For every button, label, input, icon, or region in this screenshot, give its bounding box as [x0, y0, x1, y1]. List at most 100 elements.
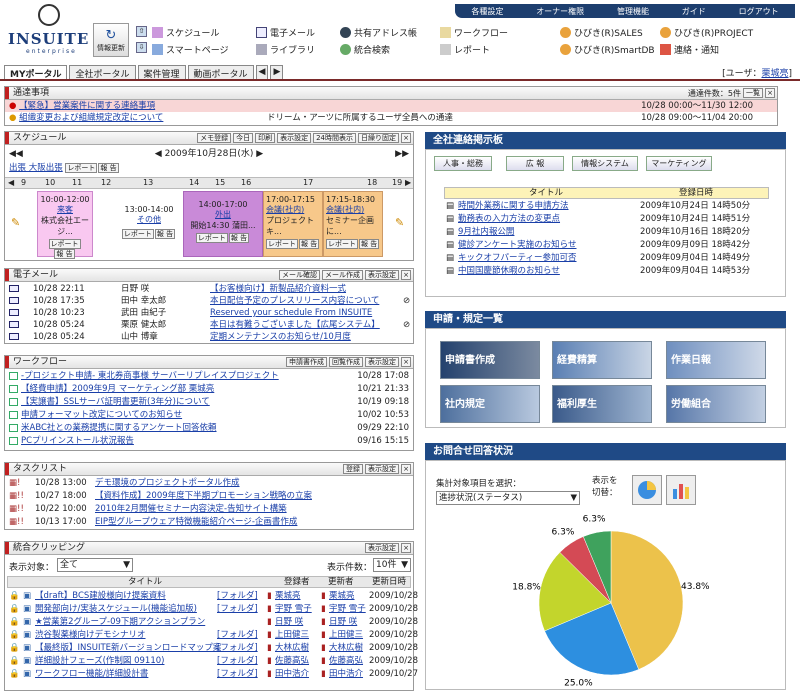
task-row[interactable]: ▦!! 10/13 17:00 EIP型グループウェア特徴機能紹介ページ-企画書作成 [5, 516, 413, 528]
workflow-settings-button[interactable]: 表示設定 [365, 357, 399, 367]
tab-video-portal[interactable]: 動画ポータル [187, 65, 254, 80]
workflow-row[interactable]: 米ABC社との業務提携に関するアンケート回答依頼 09/29 22:10 [5, 422, 413, 434]
edit-icon[interactable]: ✎ [11, 216, 20, 229]
tab-prev-icon[interactable]: ◀ [255, 65, 269, 79]
app-report[interactable]: レポート [440, 43, 490, 56]
close-icon[interactable]: × [401, 270, 411, 280]
board-row[interactable]: ▤ キックオフパーティー参加可否 2009年09月04日 14時49分 [444, 252, 769, 264]
app-toggle-down-icon[interactable]: ⇩ [136, 42, 147, 53]
day-fix-button[interactable]: 日繰り固定 [358, 133, 399, 143]
clip-row[interactable]: 🔒 ▣ 【最終版】INSUITE新バージョンロードマップ案 [フォルダ] ▮ 大林広樹 ▮ 大… [5, 642, 418, 654]
compose-mail-button[interactable]: メール作成 [322, 270, 363, 280]
event-block[interactable]: 13:00-14:00 その他 レポート報 告 [121, 191, 177, 257]
close-icon[interactable]: × [765, 88, 775, 98]
app-toggle-up-icon[interactable]: ⇧ [136, 26, 147, 37]
link-logout[interactable]: ログアウト [739, 6, 779, 17]
close-icon[interactable]: × [401, 357, 411, 367]
workflow-row[interactable]: 申請フォーマット改定についてのお知らせ 10/02 10:53 [5, 409, 413, 421]
tab-my-portal[interactable]: MYポータル [4, 65, 68, 80]
notice-link[interactable]: 【緊急】営業案件に関する連絡事項 [19, 101, 155, 111]
next-week-icon[interactable]: ▶▶ [395, 148, 409, 160]
mail-settings-button[interactable]: 表示設定 [365, 270, 399, 280]
refresh-button[interactable]: ↻ 情報更新 [93, 23, 129, 57]
bar-chart-icon[interactable] [666, 475, 696, 505]
tile-union[interactable]: 労働組合 [666, 385, 766, 423]
create-circulation-button[interactable]: 回覧作成 [329, 357, 363, 367]
app-notify[interactable]: 連絡・通知 [660, 43, 719, 56]
link-admin[interactable]: 管理機能 [617, 6, 649, 17]
mail-row[interactable]: 10/28 17:35 田中 幸太郎 本日配信予定のプレスリリース内容について ⊘ [5, 295, 413, 307]
app-mail[interactable]: 電子メール [256, 26, 315, 39]
tile-expense[interactable]: 経費精算 [552, 341, 652, 379]
link-settings[interactable]: 各種設定 [471, 6, 503, 17]
add-task-button[interactable]: 登録 [343, 464, 363, 474]
create-application-button[interactable]: 申請書作成 [286, 357, 327, 367]
clip-row[interactable]: 🔒 ▣ 開発部向け/実装スケジュール(機能追加版) [フォルダ] ▮ 宇野 雪子 ▮ 宇野 雪… [5, 603, 418, 615]
app-smartpage[interactable]: スマートページ [152, 43, 229, 56]
app-address-book[interactable]: 共有アドレス帳 [340, 26, 417, 39]
close-icon[interactable]: × [401, 133, 411, 143]
app-library[interactable]: ライブラリ [256, 43, 315, 56]
mail-row[interactable]: 10/28 10:23 武田 由紀子 Reserved your schedule … [5, 307, 413, 319]
app-search[interactable]: 統合検索 [340, 43, 390, 56]
event-block[interactable]: 17:15-18:30 会議(社内) セミナー企画に... レポート報 告 [323, 191, 383, 257]
tab-next-icon[interactable]: ▶ [270, 65, 284, 79]
task-settings-button[interactable]: 表示設定 [365, 464, 399, 474]
user-name-link[interactable]: 栗城亮 [761, 69, 788, 79]
tab-project-mgmt[interactable]: 案件管理 [137, 65, 186, 80]
insuite-logo[interactable]: INSUITE enterprise [8, 4, 88, 58]
mail-row[interactable]: 10/28 05:24 栗原 健太郎 本日は有難うございました【広尾システム】 ⊘ [5, 319, 413, 331]
workflow-row[interactable]: -プロジェクト申請- 東北券商事様 サーバーリプレイスプロジェクト 10/28 1… [5, 370, 413, 382]
clip-row[interactable]: 🔒 ▣ 【draft】BCS建設様向け提案資料 [フォルダ] ▮ 栗城亮 ▮ 栗城亮 2009/… [5, 590, 418, 602]
task-row[interactable]: ▦! 10/28 13:00 デモ環境のプロジェクトポータル作成 [5, 477, 413, 489]
clip-row[interactable]: 🔒 ▣ ★営業第2グループ-09下期アクションプラン ▮ 日野 咲 ▮ 日野 咲 2009/1… [5, 616, 418, 628]
print-button[interactable]: 印刷 [255, 133, 276, 143]
category-hr-button[interactable]: 人事・総務 [434, 156, 492, 171]
prev-day-icon[interactable]: ◀ [155, 149, 165, 159]
link-guide[interactable]: ガイド [682, 6, 706, 17]
task-row[interactable]: ▦!! 10/22 10:00 2010年2月開催セミナー内容決定-告知サイト構築 [5, 503, 413, 515]
memo-button[interactable]: メモ登録 [197, 133, 232, 143]
app-project[interactable]: ひびき(R)PROJECT [660, 26, 753, 39]
pie-chart-icon[interactable] [632, 475, 662, 505]
edit-icon[interactable]: ✎ [395, 216, 404, 229]
tile-daily-report[interactable]: 作業日報 [666, 341, 766, 379]
trip-link[interactable]: 出張 大阪出張 [9, 163, 63, 173]
tile-rules[interactable]: 社内規定 [440, 385, 540, 423]
mail-row[interactable]: 10/28 05:24 山中 博章 定期メンテナンスのお知らせ/10月度 [5, 331, 413, 343]
task-row[interactable]: ▦!! 10/27 18:00 【資料作成】2009年度下半期プロモーション戦略の立… [5, 490, 413, 502]
reply-button[interactable]: 報 告 [98, 163, 119, 173]
24h-button[interactable]: 24時間表示 [313, 133, 356, 143]
board-row[interactable]: ▤ 9月社内報公開 2009年10月16日 18時20分 [444, 226, 769, 238]
category-it-button[interactable]: 情報システム [572, 156, 638, 171]
tile-application[interactable]: 申請書作成 [440, 341, 540, 379]
app-workflow[interactable]: ワークフロー [440, 26, 508, 39]
app-smartdb[interactable]: ひびき(R)SmartDB [560, 43, 655, 56]
report-button[interactable]: レポート [65, 163, 98, 173]
close-icon[interactable]: × [401, 464, 411, 474]
notices-list-button[interactable]: 一覧 [743, 88, 763, 98]
prev-week-icon[interactable]: ◀◀ [9, 148, 23, 160]
tile-welfare[interactable]: 福利厚生 [552, 385, 652, 423]
filter-select[interactable]: 全て ▼ [57, 558, 133, 572]
mail-row[interactable]: 10/28 22:11 日野 咲【お客様向け】新製品紹介資料一式 [5, 283, 413, 295]
notice-link[interactable]: 組織変更および組織規定改定について [19, 113, 163, 123]
workflow-row[interactable]: PCプリインストール状況報告 09/16 15:15 [5, 435, 413, 447]
workflow-row[interactable]: 【実譲書】SSLサーバ証明書更新(3年分)について 10/19 09:18 [5, 396, 413, 408]
next-day-icon[interactable]: ▶ [253, 149, 263, 159]
board-row[interactable]: ▤ 中国国慶節休暇のお知らせ 2009年09月04日 14時53分 [444, 265, 769, 277]
board-row[interactable]: ▤ 時間外業務に関する申請方法 2009年10月24日 14時50分 [444, 200, 769, 212]
clip-row[interactable]: 🔒 ▣ 渋谷製薬様向けデモシナリオ [フォルダ] ▮ 上田健三 ▮ 上田健三 2009/10/2… [5, 629, 418, 641]
app-schedule[interactable]: スケジュール [152, 26, 219, 39]
event-block[interactable]: 17:00-17:15 会議(社内) プロジェクト キ... レポート報 告 [263, 191, 323, 257]
close-icon[interactable]: × [401, 543, 411, 553]
event-block[interactable]: 10:00-12:00 来客 株式会社エージ... レポート報 告 [37, 191, 93, 259]
count-select[interactable]: 10件 ▼ [373, 558, 411, 572]
display-settings-button[interactable]: 表示設定 [277, 133, 312, 143]
category-pr-button[interactable]: 広 報 [506, 156, 564, 171]
app-sales[interactable]: ひびき(R)SALES [560, 26, 643, 39]
check-mail-button[interactable]: メール確認 [279, 270, 320, 280]
workflow-row[interactable]: 【経費申請】2009年9月 マーケティング部 栗城亮 10/21 21:33 [5, 383, 413, 395]
aggregate-select[interactable]: 進捗状況(ステータス) ▼ [436, 491, 580, 505]
board-row[interactable]: ▤ 勤務表の入力方法の変更点 2009年10月24日 14時51分 [444, 213, 769, 225]
